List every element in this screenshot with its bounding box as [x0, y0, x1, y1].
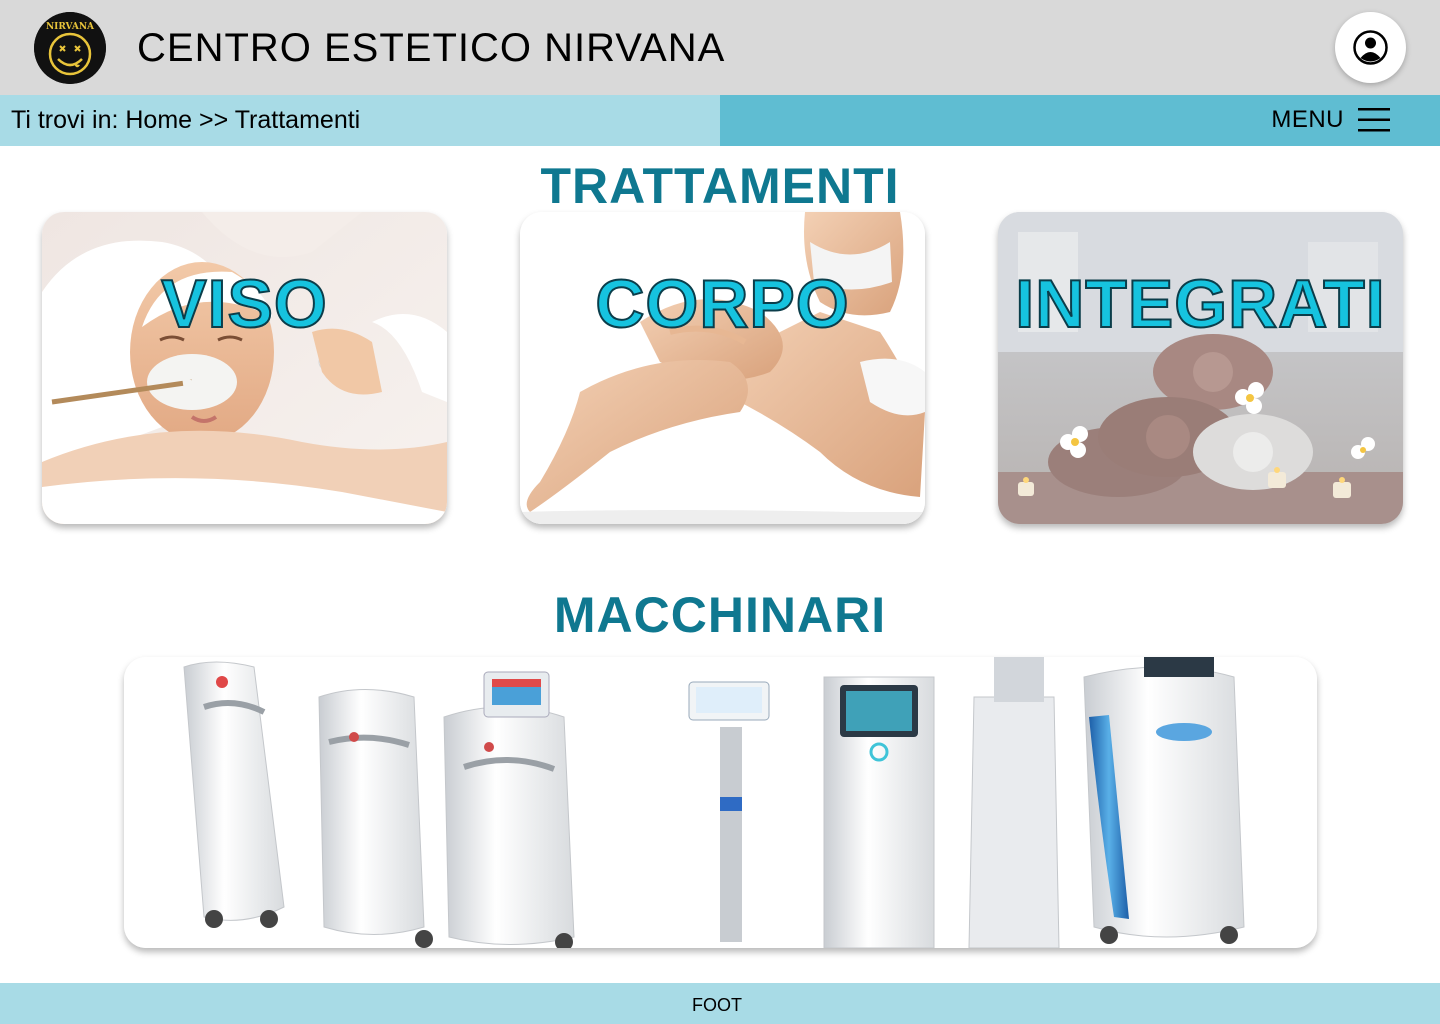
card-label-corpo: CORPO — [594, 265, 850, 343]
breadcrumb-bar: Ti trovi in: Home >> Trattamenti — [0, 95, 720, 146]
treatment-card-corpo[interactable]: CORPO — [520, 212, 925, 524]
menu-label: MENU — [1271, 106, 1344, 133]
treatment-card-integrati[interactable]: INTEGRATI — [998, 212, 1403, 524]
body-treatment-image — [520, 212, 925, 524]
machines-title: MACCHINARI — [553, 587, 887, 643]
card-label-viso: VISO — [160, 265, 328, 343]
card-label-integrati: INTEGRATI — [1014, 265, 1386, 343]
breadcrumb: Ti trovi in: Home >> Trattamenti — [11, 105, 360, 135]
breadcrumb-separator: >> — [199, 106, 229, 134]
beauty-machines-image — [124, 657, 1317, 948]
breadcrumb-prefix: Ti trovi in: — [11, 106, 119, 134]
site-header: NIRVANA CENTRO ESTETICO NIRVANA — [0, 0, 1440, 95]
breadcrumb-home-link[interactable]: Home — [125, 106, 192, 134]
menu-bar: MENU — [720, 95, 1440, 146]
face-treatment-image — [42, 212, 447, 524]
user-account-button[interactable] — [1335, 12, 1406, 83]
treatment-card-viso[interactable]: VISO — [42, 212, 447, 524]
user-account-icon — [1353, 30, 1388, 65]
nirvana-logo[interactable]: NIRVANA — [34, 12, 106, 84]
svg-text:NIRVANA: NIRVANA — [46, 22, 95, 32]
machines-banner[interactable] — [124, 657, 1317, 948]
breadcrumb-current: Trattamenti — [234, 106, 361, 134]
footer-text: FOOT — [692, 995, 742, 1015]
hamburger-menu-icon — [1358, 108, 1390, 132]
site-footer: FOOT — [0, 983, 1440, 1024]
menu-button[interactable]: MENU — [1271, 103, 1390, 137]
spa-towels-image — [998, 212, 1403, 524]
treatments-title: TRATTAMENTI — [540, 158, 900, 214]
site-title: CENTRO ESTETICO NIRVANA — [137, 26, 726, 70]
